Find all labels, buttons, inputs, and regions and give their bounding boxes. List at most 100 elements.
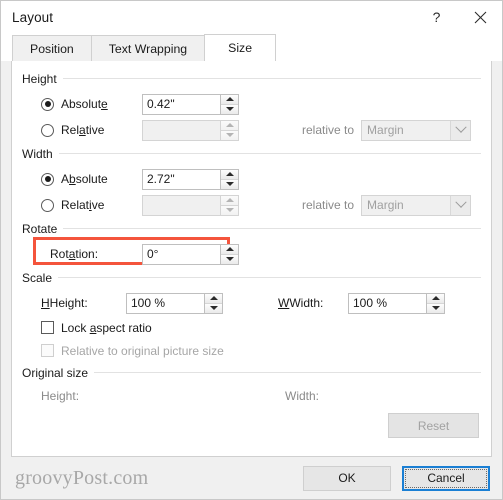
- width-group-header: Width: [22, 145, 481, 162]
- radio-icon: [41, 172, 54, 186]
- help-icon[interactable]: ?: [414, 2, 458, 33]
- cancel-button-label: Cancel: [405, 468, 487, 488]
- spinner-down-icon[interactable]: [221, 178, 238, 189]
- reset-button: Reset: [388, 413, 479, 438]
- ok-button[interactable]: OK: [303, 465, 391, 491]
- spinner-up-icon[interactable]: [427, 293, 444, 303]
- height-relative-input: [142, 119, 220, 141]
- width-absolute-stepper[interactable]: 2.72": [142, 168, 239, 190]
- original-height-label-text: Height:: [41, 389, 80, 403]
- rotation-input[interactable]: 0°: [142, 243, 220, 265]
- spinner-up-icon[interactable]: [221, 244, 238, 254]
- width-relative-spinner: [220, 194, 239, 216]
- original-width-label: Width:: [285, 389, 405, 403]
- group-divider: [58, 277, 481, 278]
- width-relative-row: Relative relative to Margin: [22, 192, 481, 218]
- original-height-label: Height:: [41, 389, 246, 403]
- width-relative-radio[interactable]: Relative: [41, 198, 142, 212]
- scale-width-input[interactable]: 100 %: [348, 292, 426, 314]
- relative-original-size-checkbox: Relative to original picture size: [41, 339, 481, 362]
- group-divider: [58, 153, 481, 154]
- width-absolute-input[interactable]: 2.72": [142, 168, 220, 190]
- rotate-group-title: Rotate: [22, 221, 58, 236]
- watermark: groovyPost.com: [15, 466, 149, 489]
- scale-width-stepper[interactable]: 100 %: [348, 292, 445, 314]
- original-size-group: Original size Height: Width: Reset: [22, 364, 481, 438]
- scale-values-row: HHeight: 100 % WWidth: 100 %: [22, 290, 481, 316]
- width-relative-input: [142, 194, 220, 216]
- tab-position[interactable]: Position: [12, 35, 92, 61]
- original-width-label-text: Width:: [285, 389, 320, 403]
- spinner-up-icon[interactable]: [221, 94, 238, 104]
- width-relative-stepper: [142, 194, 239, 216]
- spinner-down-icon[interactable]: [221, 103, 238, 114]
- spinner-down-icon[interactable]: [427, 302, 444, 313]
- height-relative-row: Relative relative to Margin: [22, 117, 481, 143]
- height-relative-label: Relative: [61, 123, 105, 137]
- title-bar: Layout ?: [1, 1, 502, 33]
- scale-height-stepper[interactable]: 100 %: [126, 292, 223, 314]
- group-divider: [63, 228, 481, 229]
- chevron-down-icon: [450, 195, 471, 215]
- chevron-down-icon: [450, 120, 471, 140]
- height-group: Height Absolute 0.42" Relative relative …: [22, 70, 481, 143]
- scale-width-spinner: [426, 292, 445, 314]
- checkbox-icon: [41, 321, 54, 334]
- height-absolute-radio[interactable]: Absolute: [41, 97, 142, 111]
- spinner-up-icon[interactable]: [205, 293, 222, 303]
- window-title: Layout: [12, 9, 54, 25]
- rotation-stepper[interactable]: 0°: [142, 243, 239, 265]
- scale-height-spinner: [204, 292, 223, 314]
- height-absolute-stepper[interactable]: 0.42": [142, 93, 239, 115]
- scale-group-title: Scale: [22, 270, 53, 285]
- radio-icon: [41, 198, 54, 212]
- height-absolute-row: Absolute 0.42": [22, 91, 481, 117]
- original-size-group-header: Original size: [22, 364, 481, 381]
- width-group: Width Absolute 2.72" Relative relative t…: [22, 145, 481, 218]
- cancel-button[interactable]: Cancel: [402, 465, 490, 491]
- scale-height-input[interactable]: 100 %: [126, 292, 204, 314]
- spinner-up-icon: [221, 120, 238, 130]
- rotation-label: Rotation:: [50, 247, 99, 261]
- rotation-spinner: [220, 243, 239, 265]
- relative-original-size-label: Relative to original picture size: [61, 343, 224, 358]
- layout-dialog: Layout ? Position Text Wrapping Size Hei…: [0, 0, 503, 500]
- height-absolute-spinner: [220, 93, 239, 115]
- height-relative-to-label: relative to: [302, 123, 355, 137]
- group-divider: [62, 78, 481, 79]
- radio-icon: [41, 123, 54, 137]
- height-relative-to-value: Margin: [367, 122, 404, 137]
- height-group-header: Height: [22, 70, 481, 87]
- scale-group: Scale HHeight: 100 % WWidth: 100 % Lock …: [22, 269, 481, 362]
- width-relative-to-dropdown: Margin: [361, 194, 472, 216]
- spinner-down-icon[interactable]: [205, 302, 222, 313]
- lock-aspect-ratio-label: Lock aspect ratio: [61, 320, 152, 335]
- width-relative-label: Relative: [61, 198, 105, 212]
- tab-strip: Position Text Wrapping Size: [1, 33, 502, 61]
- spinner-up-icon: [221, 195, 238, 205]
- height-relative-spinner: [220, 119, 239, 141]
- spinner-down-icon: [221, 204, 238, 215]
- height-group-title: Height: [22, 71, 57, 86]
- spinner-down-icon: [221, 129, 238, 140]
- rotate-group-header: Rotate: [22, 220, 481, 237]
- width-absolute-radio[interactable]: Absolute: [41, 172, 142, 186]
- scale-height-label: HHeight:: [41, 296, 88, 310]
- height-relative-to-dropdown: Margin: [361, 119, 472, 141]
- rotation-row: Rotation: 0°: [22, 241, 481, 267]
- height-relative-radio[interactable]: Relative: [41, 123, 142, 137]
- spinner-down-icon[interactable]: [221, 253, 238, 264]
- width-relative-to-value: Margin: [367, 197, 404, 212]
- width-relative-to-label: relative to: [302, 198, 355, 212]
- height-relative-stepper: [142, 119, 239, 141]
- close-icon[interactable]: [458, 2, 502, 33]
- height-absolute-label: Absolute: [61, 97, 108, 111]
- lock-aspect-ratio-checkbox[interactable]: Lock aspect ratio: [41, 316, 481, 339]
- tab-text-wrapping[interactable]: Text Wrapping: [90, 35, 206, 61]
- scale-height-label-text: Height:: [49, 296, 88, 310]
- tab-size[interactable]: Size: [204, 34, 277, 61]
- scale-width-label-text: Width:: [289, 296, 324, 310]
- group-divider: [94, 372, 481, 373]
- height-absolute-input[interactable]: 0.42": [142, 93, 220, 115]
- spinner-up-icon[interactable]: [221, 169, 238, 179]
